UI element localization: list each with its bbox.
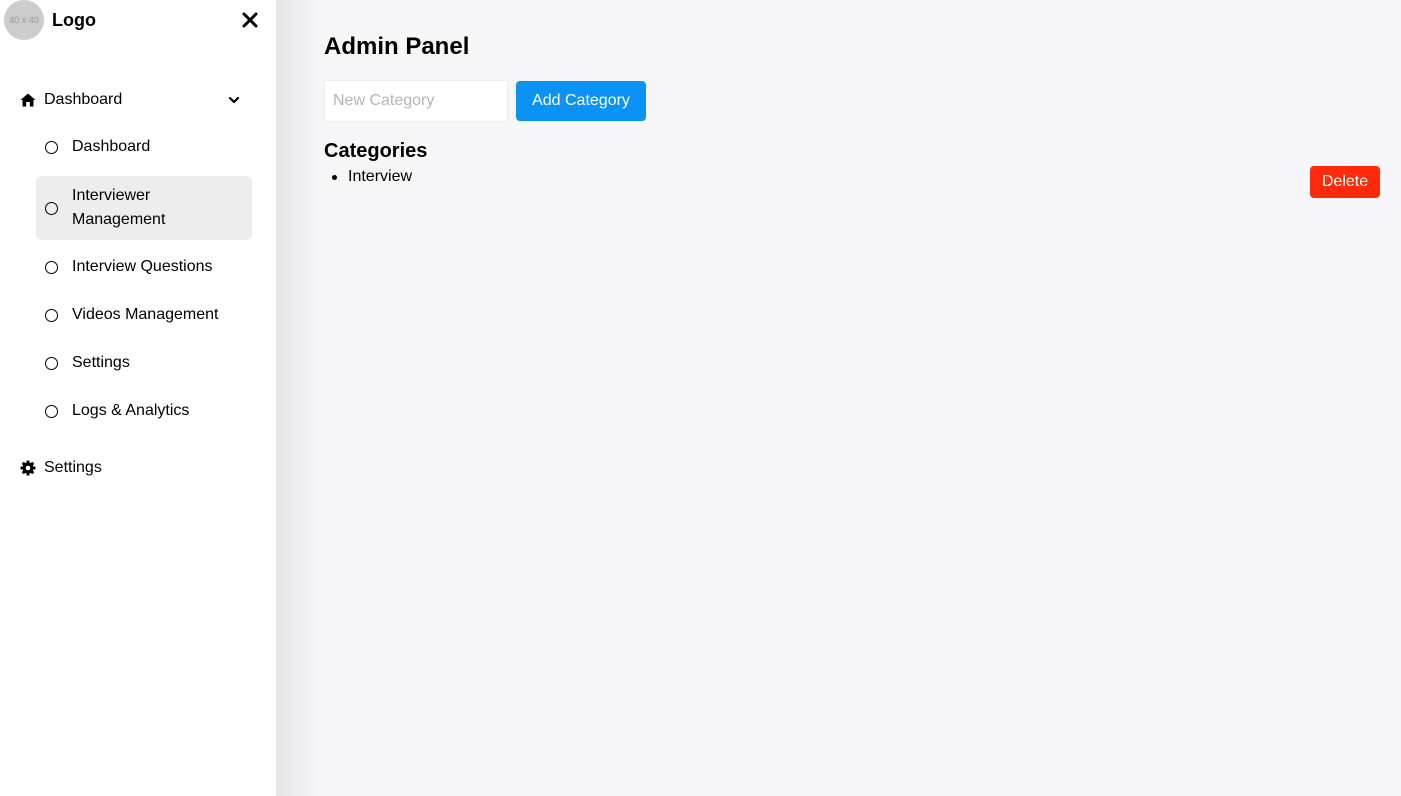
sidebar-item-interviewer-management[interactable]: Interviewer Management (36, 176, 252, 240)
gear-icon (20, 460, 36, 476)
page-title: Admin Panel (324, 33, 470, 60)
sidebar-group-dashboard[interactable]: Dashboard (20, 88, 250, 112)
category-name: Interview (348, 168, 413, 185)
bullet-icon (332, 175, 337, 180)
chevron-down-icon (228, 96, 240, 104)
sidebar-item-videos-management[interactable]: Videos Management (36, 303, 252, 327)
add-category-button[interactable]: Add Category (516, 81, 646, 121)
circle-icon (45, 260, 58, 274)
sidebar-item-label: Logs & Analytics (72, 402, 190, 419)
circle-icon (45, 404, 58, 418)
sidebar-item-label: Videos Management (72, 306, 219, 323)
category-list: Interview Delete (324, 166, 1380, 198)
sidebar-group-label: Dashboard (44, 91, 123, 108)
sidebar-item-interview-questions[interactable]: Interview Questions (36, 255, 252, 279)
home-icon (20, 93, 36, 107)
sidebar-settings-label: Settings (44, 459, 102, 476)
list-item: Interview Delete (324, 166, 1380, 198)
logo-image: 40 x 40 (4, 0, 44, 40)
close-icon (242, 12, 258, 28)
brand: 40 x 40 Logo (4, 0, 96, 40)
circle-icon (45, 140, 58, 154)
sidebar-item-label: Interviewer Management (72, 187, 166, 228)
categories-heading: Categories (324, 140, 428, 162)
sidebar-settings[interactable]: Settings (20, 456, 102, 480)
sidebar-item-logs-analytics[interactable]: Logs & Analytics (36, 399, 252, 423)
circle-icon (45, 201, 58, 215)
sidebar: 40 x 40 Logo Dashboard Dashboard Intervi… (0, 0, 276, 796)
delete-button[interactable]: Delete (1310, 166, 1380, 198)
sidebar-item-label: Settings (72, 354, 130, 371)
sidebar-item-settings[interactable]: Settings (36, 351, 252, 375)
sidebar-item-dashboard[interactable]: Dashboard (36, 135, 252, 159)
brand-title: Logo (52, 9, 96, 30)
close-sidebar-button[interactable] (240, 10, 260, 30)
circle-icon (45, 356, 58, 370)
sidebar-item-label: Interview Questions (72, 258, 213, 275)
sidebar-shadow (276, 0, 324, 796)
circle-icon (45, 308, 58, 322)
sidebar-item-label: Dashboard (72, 138, 151, 155)
new-category-input[interactable] (324, 80, 508, 122)
